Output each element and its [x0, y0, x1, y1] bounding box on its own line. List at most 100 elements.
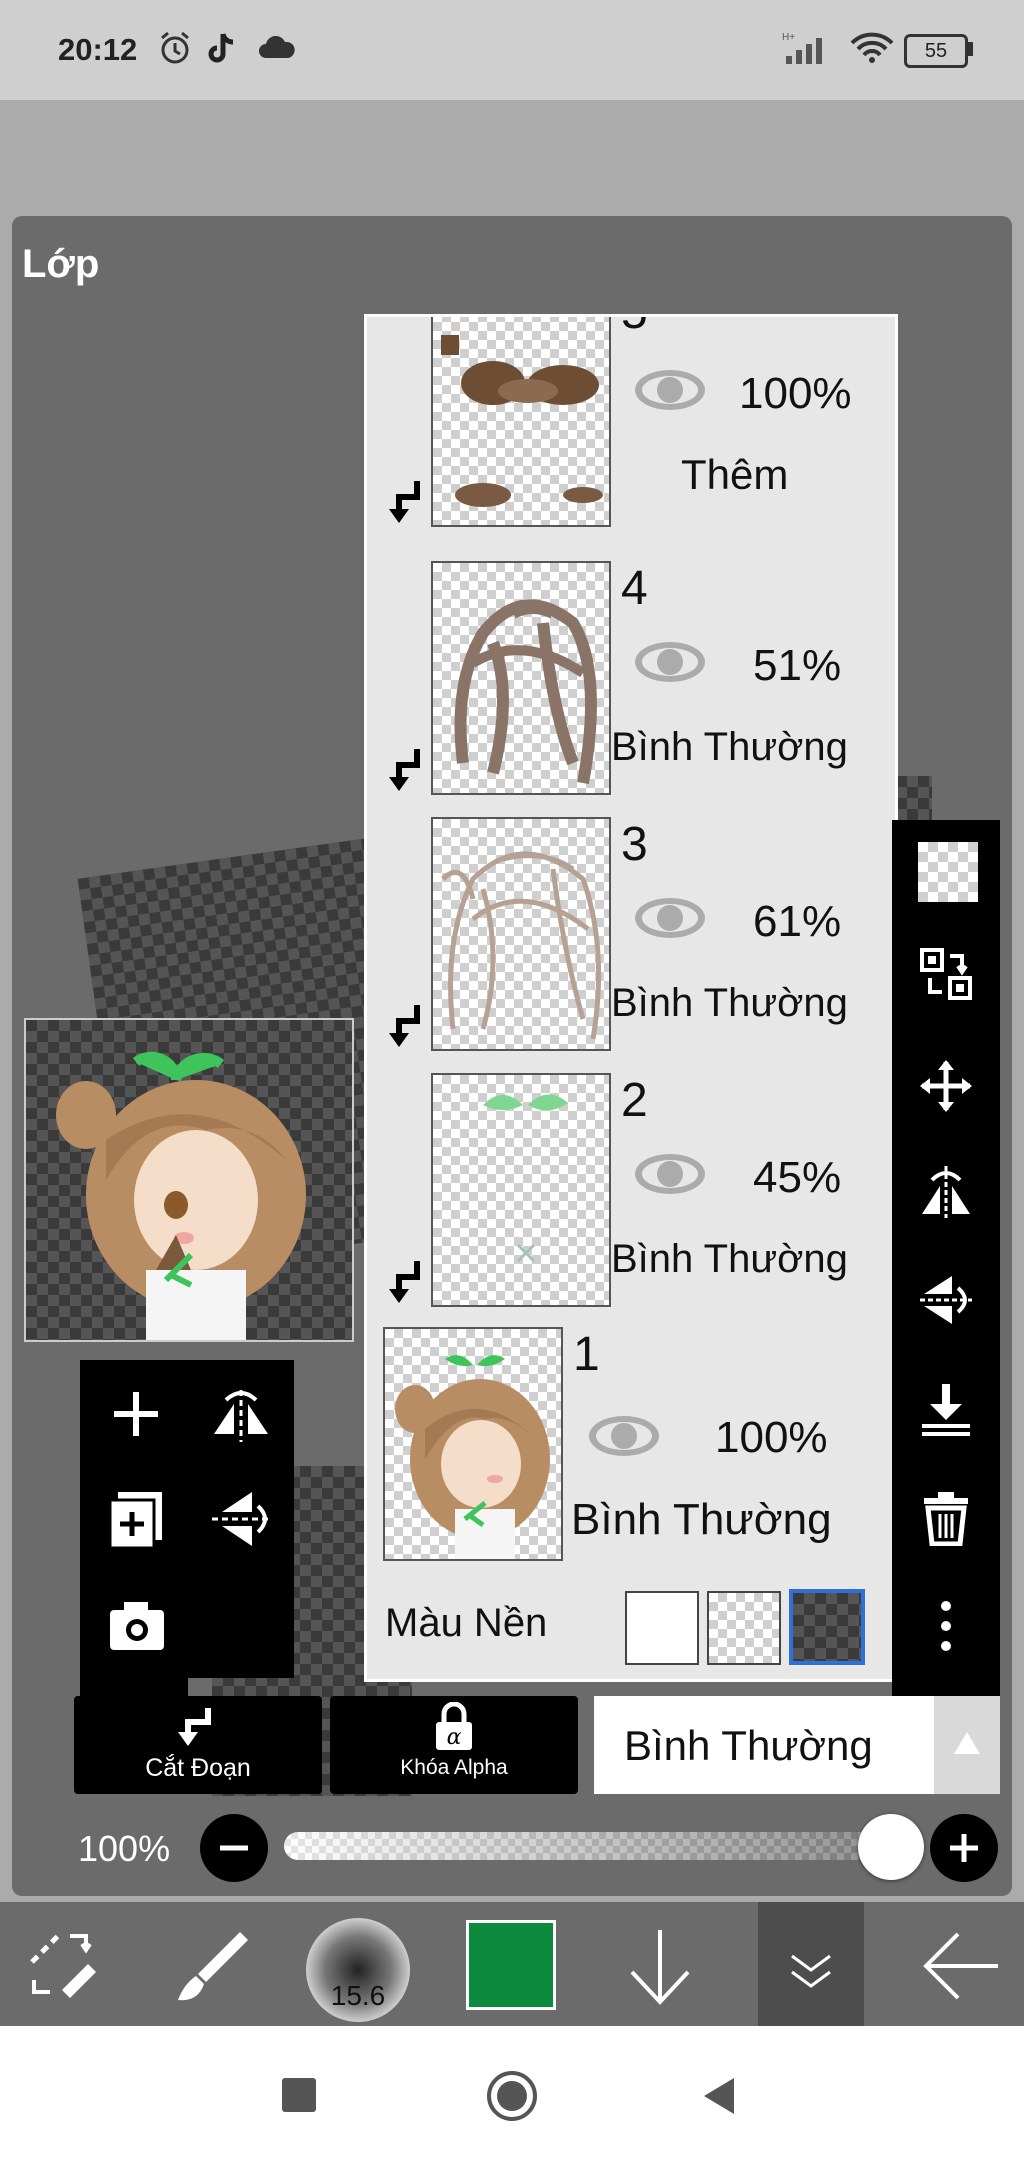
- layer-thumbnail: [431, 1073, 611, 1307]
- layers-button[interactable]: [758, 1902, 864, 2026]
- opacity-increase-button[interactable]: [930, 1814, 998, 1882]
- layer-thumbnail: [431, 817, 611, 1051]
- svg-text:H+: H+: [782, 32, 795, 43]
- layer-blend-mode: Bình Thường: [611, 981, 848, 1025]
- opacity-label: 100%: [78, 1828, 171, 1869]
- opacity-slider-track[interactable]: [284, 1832, 924, 1860]
- brush-tool-icon[interactable]: [170, 1924, 254, 2008]
- layer-panel: Lớp 5: [12, 216, 1012, 1896]
- layer-row[interactable]: 2 45% Bình Thường: [367, 1061, 895, 1319]
- merge-down-icon[interactable]: [918, 1382, 974, 1438]
- layer-row[interactable]: 5 100% Thêm: [367, 317, 895, 551]
- layer-number: 5: [621, 317, 648, 340]
- opacity-decrease-button[interactable]: [200, 1814, 268, 1882]
- double-chevron-down-icon: [791, 1954, 831, 1988]
- status-bar: 20:12 H+ 55: [0, 0, 1024, 100]
- layer-row[interactable]: 4 51% Bình Thường: [367, 549, 895, 807]
- layer-opacity: 45%: [753, 1153, 842, 1202]
- opacity-slider-thumb[interactable]: [858, 1814, 924, 1880]
- background-dark-option[interactable]: [789, 1589, 865, 1665]
- layer-tools-column: [892, 820, 1000, 1700]
- brush-size-value: 15.6: [330, 1980, 386, 2011]
- layer-blend-mode: Bình Thường: [571, 1495, 832, 1544]
- flip-vertical-icon[interactable]: [918, 1272, 974, 1328]
- flip-horizontal-icon[interactable]: [918, 1164, 974, 1220]
- layer-opacity: 100%: [715, 1413, 828, 1462]
- layer-number: 4: [621, 562, 648, 615]
- battery-level: 55: [924, 40, 948, 62]
- layer-number: 3: [621, 818, 648, 871]
- flip-vertical-button[interactable]: [208, 1486, 274, 1552]
- layer-thumbnail: [431, 561, 611, 795]
- clipping-button[interactable]: Cắt Đoạn: [74, 1696, 322, 1794]
- add-layer-button[interactable]: [108, 1386, 164, 1442]
- alarm-icon: [161, 31, 189, 64]
- background-color-label: Màu Nền: [385, 1601, 548, 1645]
- triangle-up-icon: [954, 1732, 980, 1754]
- battery-icon: 55: [904, 34, 968, 68]
- wifi-icon: [850, 32, 894, 63]
- visibility-eye-icon[interactable]: [633, 1151, 707, 1197]
- blend-mode-select[interactable]: Bình Thường: [594, 1696, 934, 1794]
- back-arrow-icon[interactable]: [918, 1928, 1004, 2004]
- clip-arrow-icon: [389, 1005, 420, 1047]
- cloud-icon: [259, 36, 295, 58]
- layer-thumbnail: [431, 317, 611, 527]
- blend-mode-value: Bình Thường: [624, 1722, 873, 1769]
- visibility-eye-icon[interactable]: [633, 639, 707, 685]
- bottom-toolbar: 15.6: [0, 1902, 1024, 2026]
- layer-number: 2: [621, 1074, 648, 1127]
- artwork-preview-image: [56, 1051, 306, 1340]
- brush-size-button[interactable]: 15.6: [306, 1918, 410, 2022]
- lock-alpha-icon: α: [436, 1702, 472, 1750]
- color-swatch-button[interactable]: [466, 1920, 556, 2010]
- alpha-lock-button[interactable]: α Khóa Alpha: [330, 1696, 578, 1794]
- layer-number: 1: [573, 1328, 600, 1381]
- minus-icon: [220, 1845, 248, 1851]
- svg-text:α: α: [447, 1725, 462, 1750]
- signal-icon: H+: [782, 32, 822, 64]
- transform-tool-icon[interactable]: [22, 1926, 102, 2002]
- artwork-preview[interactable]: [24, 1018, 354, 1342]
- visibility-eye-icon[interactable]: [633, 895, 707, 941]
- layer-list: 5 100% Thêm 4 51% Bình Thường 3 61% Bình: [364, 314, 898, 1682]
- tiktok-icon: [208, 33, 234, 63]
- clip-arrow-icon: [389, 749, 420, 791]
- alpha-lock-label: Khóa Alpha: [400, 1756, 508, 1779]
- swap-layers-icon[interactable]: [918, 946, 974, 1002]
- layer-opacity: 61%: [753, 897, 842, 946]
- clip-arrow-icon: [389, 481, 420, 523]
- camera-button[interactable]: [106, 1598, 168, 1654]
- trash-icon[interactable]: [918, 1490, 974, 1546]
- checkerboard-icon[interactable]: [918, 842, 978, 902]
- clipping-arrow-icon: [178, 1708, 211, 1746]
- back-icon[interactable]: [700, 2074, 740, 2118]
- system-navigation-bar: [0, 2026, 1024, 2162]
- background-transparent-option[interactable]: [707, 1591, 781, 1665]
- home-icon[interactable]: [484, 2068, 540, 2124]
- layer-blend-mode: Thêm: [681, 451, 789, 498]
- layer-opacity: 51%: [753, 641, 842, 690]
- flip-horizontal-button[interactable]: [208, 1386, 274, 1446]
- visibility-eye-icon[interactable]: [633, 367, 707, 413]
- layer-opacity: 100%: [739, 369, 852, 418]
- clip-arrow-icon: [389, 1261, 420, 1303]
- layer-row[interactable]: 1 100% Bình Thường: [367, 1317, 895, 1571]
- panel-title: Lớp: [22, 242, 100, 286]
- arrow-down-icon[interactable]: [620, 1924, 700, 2008]
- more-options-icon[interactable]: [918, 1598, 974, 1654]
- layer-blend-mode: Bình Thường: [611, 1237, 848, 1281]
- recent-apps-icon[interactable]: [282, 2078, 316, 2112]
- background-white-option[interactable]: [625, 1591, 699, 1665]
- add-folder-button[interactable]: [104, 1488, 168, 1552]
- background-color-row: Màu Nền: [367, 1569, 895, 1679]
- layer-thumbnail: [383, 1327, 563, 1561]
- move-icon[interactable]: [918, 1058, 974, 1114]
- clipping-label: Cắt Đoạn: [145, 1754, 251, 1782]
- layer-row[interactable]: 3 61% Bình Thường: [367, 805, 895, 1063]
- blend-mode-dropdown-button[interactable]: [934, 1696, 1000, 1794]
- status-time: 20:12: [58, 32, 138, 67]
- visibility-eye-icon[interactable]: [587, 1413, 661, 1459]
- layer-blend-mode: Bình Thường: [611, 725, 848, 769]
- plus-icon: [950, 1834, 978, 1862]
